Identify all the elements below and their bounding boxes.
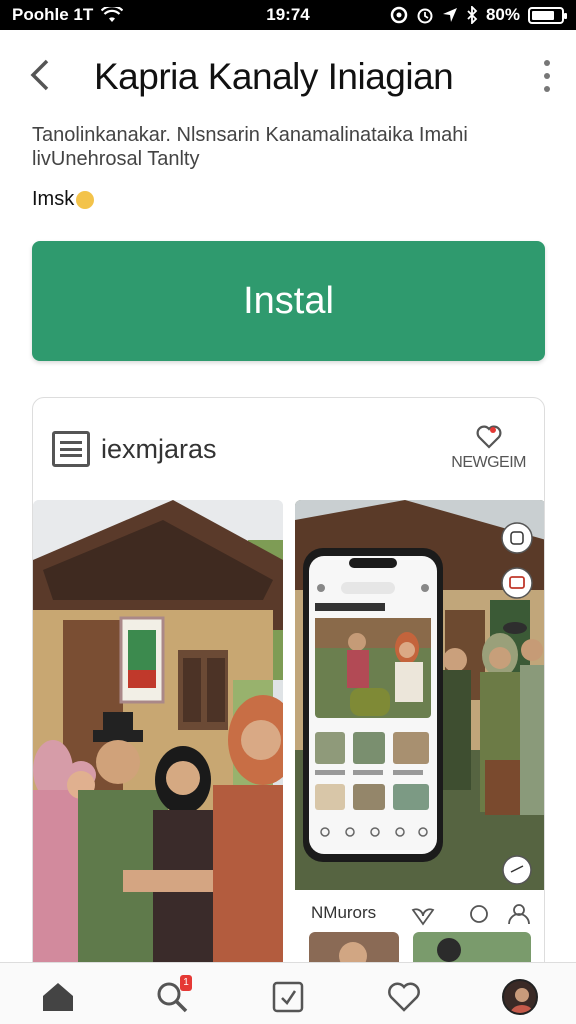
nav-home[interactable] xyxy=(38,977,78,1017)
more-dot xyxy=(544,86,550,92)
rating-label: Imsk xyxy=(32,188,75,210)
more-dot xyxy=(544,73,550,79)
app-header: Kapria Kanaly Iniagian xyxy=(0,46,576,108)
card-badge: NEWGEIM xyxy=(451,454,526,471)
location-icon xyxy=(442,8,457,22)
card-footer-label: NMurors xyxy=(311,903,377,922)
card-title: iexmjaras xyxy=(101,434,217,464)
chevron-left-icon xyxy=(30,59,49,91)
nav-search[interactable]: 1 xyxy=(152,975,192,1017)
battery-level xyxy=(532,10,555,20)
nav-profile[interactable] xyxy=(500,977,540,1017)
more-options-button[interactable] xyxy=(540,60,554,92)
home-icon xyxy=(43,983,73,1011)
avatar xyxy=(502,979,538,1015)
page-title: Kapria Kanaly Iniagian xyxy=(94,56,454,97)
nav-create[interactable] xyxy=(268,977,308,1017)
family-house-photo[interactable] xyxy=(33,500,283,996)
app-description: Tanolinkanakar. Nlsnsarin Kanamalinataik… xyxy=(32,124,468,170)
more-dot xyxy=(544,60,550,66)
heart-icon xyxy=(388,982,420,1012)
edit-icon xyxy=(272,981,304,1013)
battery-icon xyxy=(528,6,567,24)
notification-badge: 1 xyxy=(180,975,192,991)
rating-row: Imsk xyxy=(32,188,95,211)
emoji-icon xyxy=(76,190,95,209)
preview-card: iexmjaras NEWGEIM NMurors xyxy=(32,397,545,997)
carrier-label: Poohle 1T xyxy=(12,5,94,24)
status-bar: Poohle 1T 19:74 80% xyxy=(0,0,576,30)
status-left: Poohle 1T xyxy=(12,5,124,25)
list-icon[interactable] xyxy=(52,431,90,467)
install-button[interactable]: Instal xyxy=(32,241,545,361)
heart-pin-icon[interactable] xyxy=(476,422,502,450)
nav-favorites[interactable] xyxy=(384,977,424,1017)
battery-percent: 80% xyxy=(485,5,520,24)
village-phone-photo[interactable]: NMurors xyxy=(295,500,544,996)
bottom-nav: 1 xyxy=(0,962,576,1024)
status-right: 80% xyxy=(390,5,567,25)
back-button[interactable] xyxy=(28,58,64,94)
focus-icon xyxy=(390,6,408,24)
bluetooth-icon xyxy=(467,6,478,24)
family-house-illustration xyxy=(33,500,283,996)
alarm-icon xyxy=(417,8,433,24)
wifi-icon xyxy=(101,7,124,22)
